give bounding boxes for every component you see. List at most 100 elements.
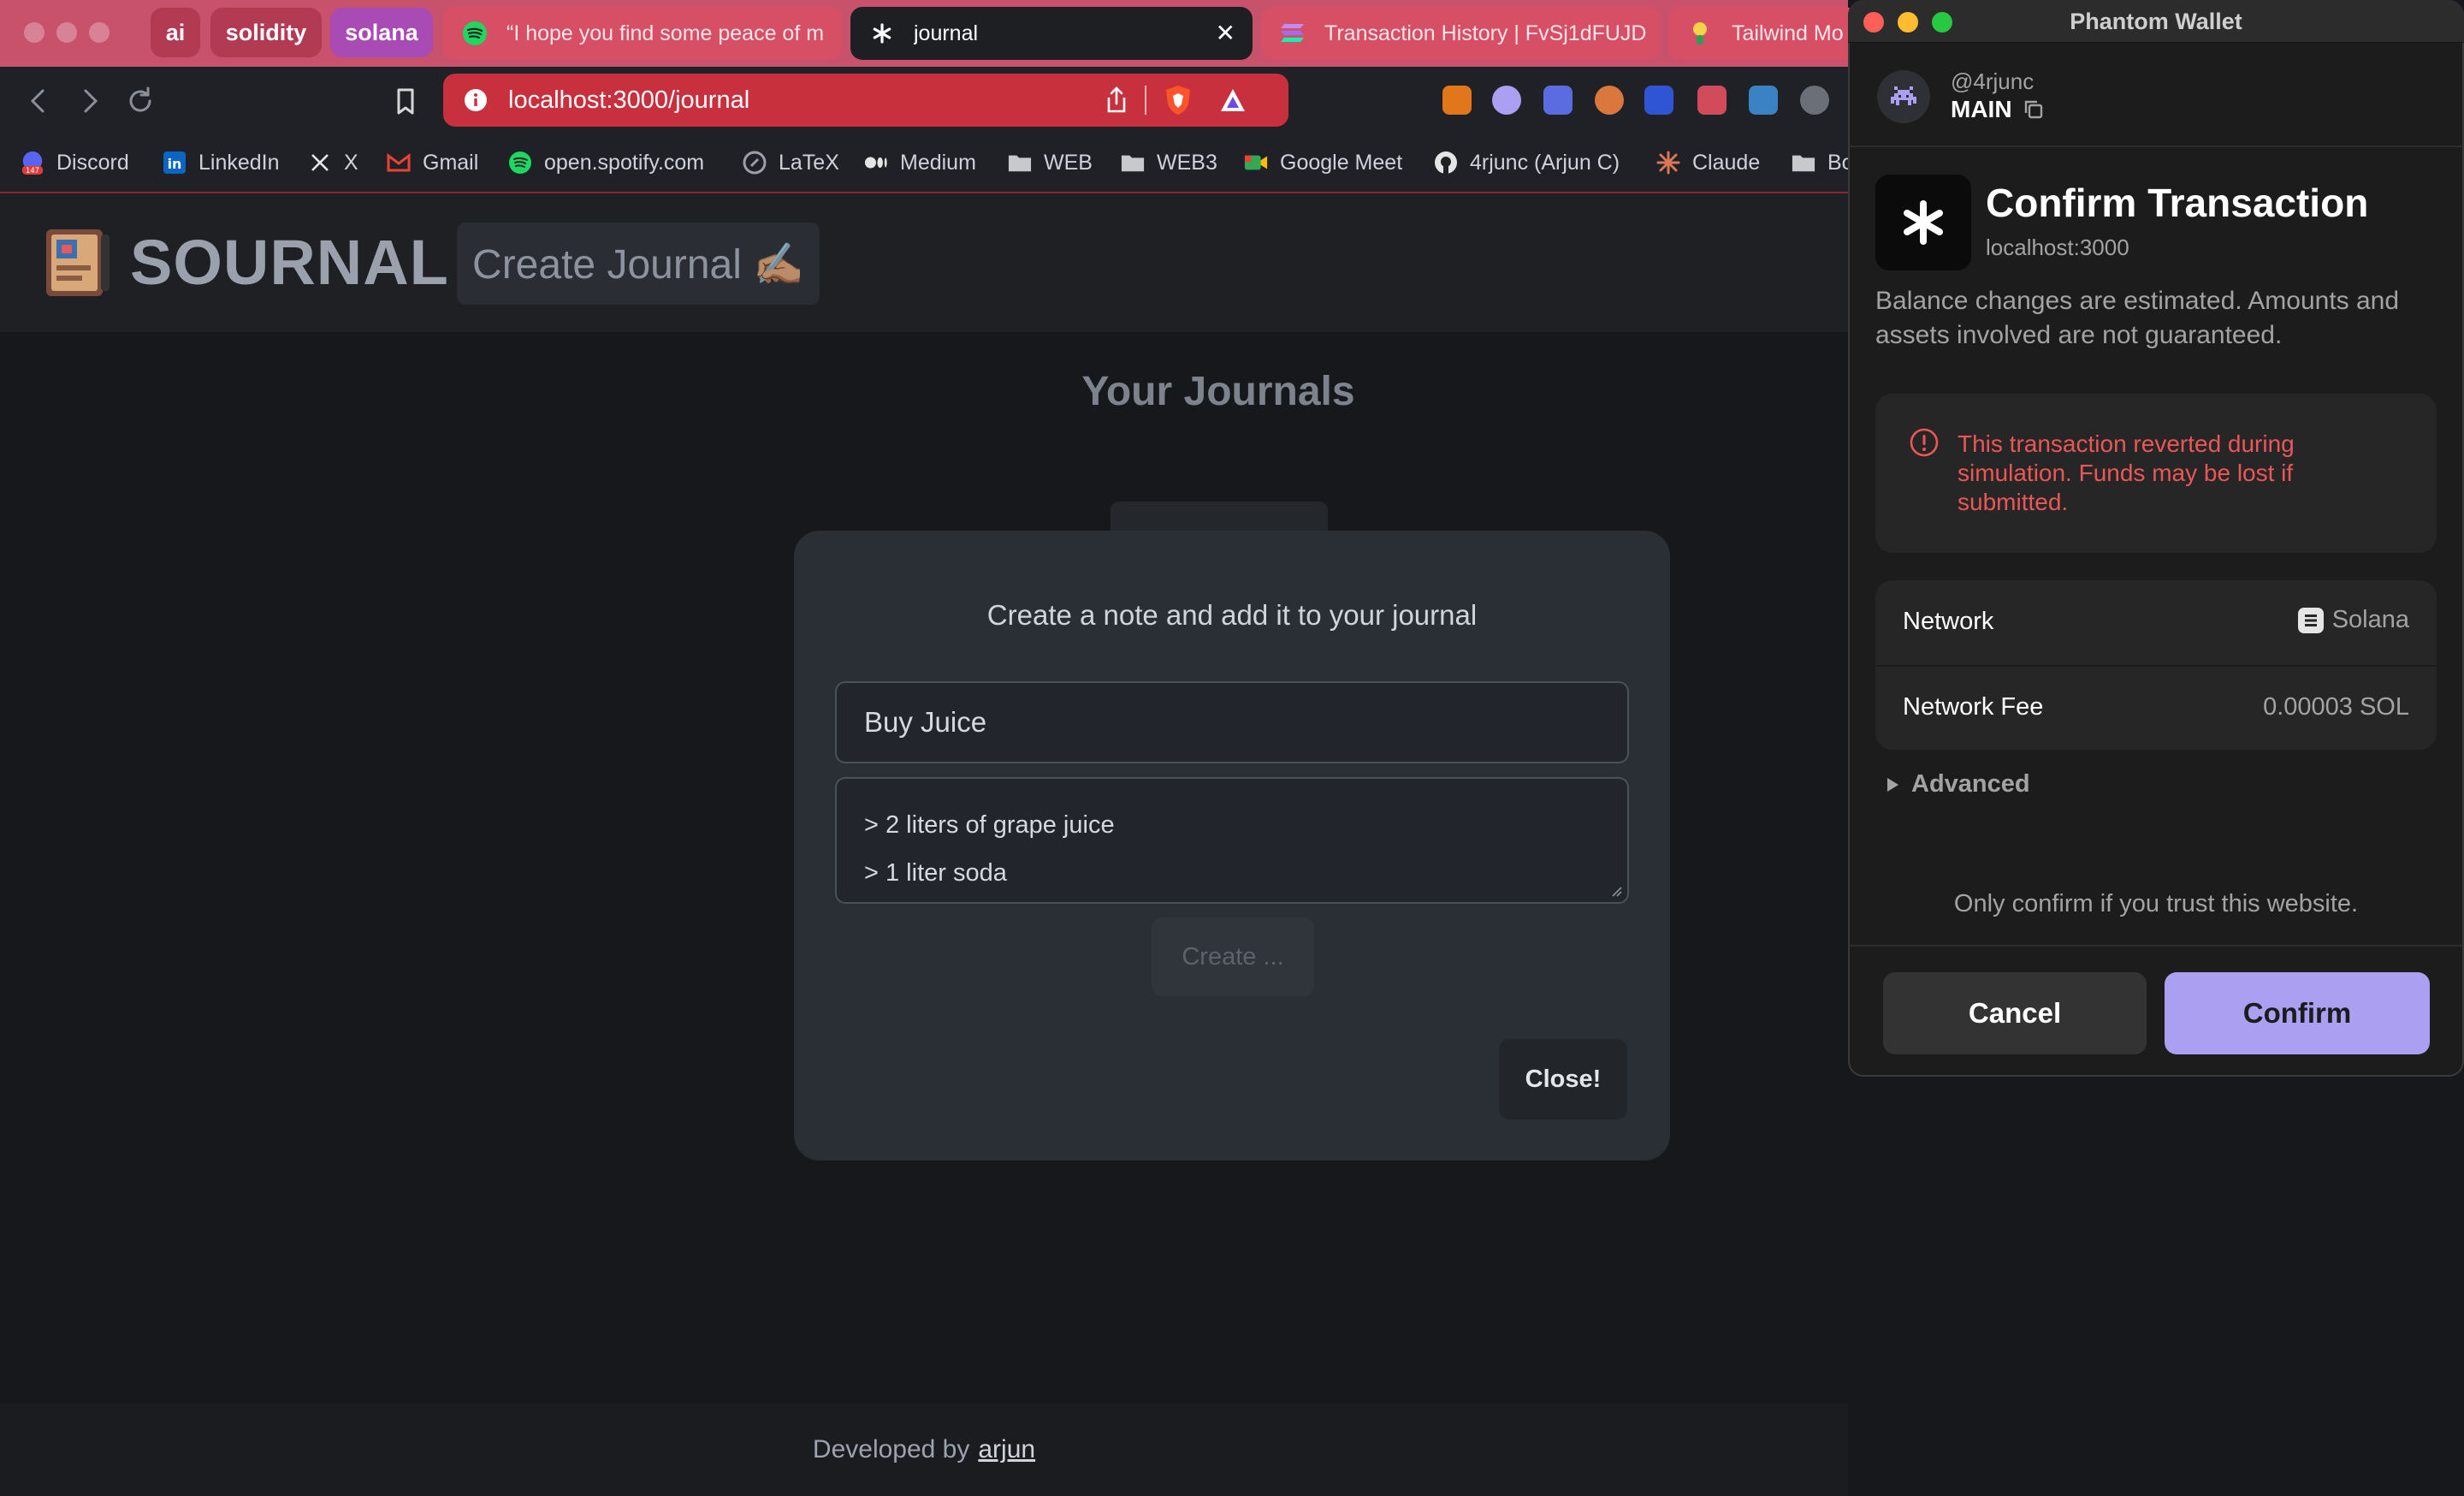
spotify-icon bbox=[462, 21, 488, 46]
network-fee-label: Network Fee bbox=[1903, 693, 2044, 721]
footer-text: Developed by bbox=[812, 1435, 970, 1463]
divider bbox=[1850, 145, 2462, 147]
bookmark-label: Discord bbox=[56, 150, 129, 175]
url-divider bbox=[1145, 86, 1146, 115]
close-tab-icon[interactable]: ✕ bbox=[1216, 19, 1235, 47]
journal-logo-icon[interactable] bbox=[41, 226, 115, 300]
simulation-warning-text: This transaction reverted during simulat… bbox=[1958, 430, 2295, 515]
bookmark-label: Claude bbox=[1692, 150, 1761, 175]
trust-note: Only confirm if you trust this website. bbox=[1953, 890, 2359, 917]
tab-group-solana[interactable]: solana bbox=[330, 8, 433, 57]
avatar[interactable] bbox=[1877, 70, 1930, 123]
confirm-button[interactable]: Confirm bbox=[2165, 972, 2430, 1054]
discord-icon: 147 bbox=[21, 151, 44, 175]
copy-icon[interactable] bbox=[2023, 98, 2045, 121]
x-icon bbox=[308, 151, 332, 175]
create-note-button[interactable]: Create ... bbox=[1152, 917, 1314, 996]
bookmark-latex[interactable]: LaTeX bbox=[743, 145, 839, 180]
shield-extension-icon[interactable] bbox=[1644, 86, 1673, 115]
resize-handle-icon[interactable] bbox=[1608, 883, 1622, 897]
create-journal-button[interactable]: Create Journal ✍🏽 bbox=[457, 223, 820, 305]
bookmark-gmail[interactable]: Gmail bbox=[387, 145, 478, 180]
claude-extension-icon[interactable] bbox=[1595, 86, 1624, 115]
address-bar[interactable]: localhost:3000/journal bbox=[443, 74, 1288, 127]
brave-shields-icon[interactable] bbox=[1164, 84, 1193, 116]
triangle-right-icon bbox=[1886, 777, 1899, 793]
bookmark-label: Google Meet bbox=[1280, 150, 1403, 175]
account-name: MAIN bbox=[1951, 96, 2012, 122]
warning-icon bbox=[1910, 428, 1939, 457]
forward-icon[interactable] bbox=[72, 84, 106, 118]
tab-group-ai[interactable]: ai bbox=[151, 8, 200, 57]
bookmark-icon[interactable] bbox=[388, 84, 423, 118]
site-footer: Developed by arjun bbox=[0, 1404, 1848, 1496]
bookmark-label: Gmail bbox=[423, 150, 479, 175]
bookmark-folder-web3[interactable]: WEB3 bbox=[1121, 145, 1217, 180]
account-switcher[interactable]: MAIN bbox=[1951, 96, 2045, 123]
extension-network-icon[interactable] bbox=[1543, 86, 1573, 115]
note-body-line: > 1 liter soda bbox=[864, 859, 1007, 887]
tab-journal[interactable]: journal ✕ bbox=[850, 7, 1253, 60]
reload-icon[interactable] bbox=[123, 84, 157, 118]
bookmark-google-meet[interactable]: Google Meet bbox=[1244, 145, 1402, 180]
brave-rewards-icon[interactable] bbox=[1218, 86, 1247, 115]
bookmark-github[interactable]: 4rjunc (Arjun C) bbox=[1434, 145, 1620, 180]
site-info-icon[interactable] bbox=[464, 88, 488, 112]
tab-transaction-history[interactable]: Transaction History | FvSj1dFUJD bbox=[1261, 7, 1660, 60]
bookmark-discord[interactable]: 147 Discord bbox=[21, 145, 129, 180]
phantom-extension-icon[interactable] bbox=[1492, 86, 1521, 115]
note-title-input[interactable]: Buy Juice bbox=[835, 681, 1629, 763]
url-text[interactable]: localhost:3000/journal bbox=[508, 86, 749, 115]
solana-icon bbox=[1280, 21, 1306, 46]
bookmark-claude[interactable]: Claude bbox=[1656, 145, 1760, 180]
tab-title: journal bbox=[914, 21, 979, 45]
metamask-icon[interactable] bbox=[1442, 86, 1472, 115]
bookmark-medium[interactable]: Medium bbox=[864, 145, 976, 180]
share-icon[interactable] bbox=[1104, 86, 1129, 115]
bookmark-spotify[interactable]: open.spotify.com bbox=[508, 145, 704, 180]
window-zoom-dot[interactable] bbox=[89, 22, 110, 43]
tailwind-icon bbox=[1687, 21, 1713, 46]
spotify-icon bbox=[508, 151, 532, 175]
tab-tailwind[interactable]: Tailwind Mo bbox=[1668, 7, 1857, 60]
tab-spotify[interactable]: “I hope you find some peace of m bbox=[443, 7, 842, 60]
discord-badge: 147 bbox=[26, 166, 39, 175]
bookmark-x[interactable]: X bbox=[308, 145, 358, 180]
linkedin-icon: in bbox=[163, 151, 187, 175]
tab-group-solidity[interactable]: solidity bbox=[210, 8, 322, 57]
advanced-toggle[interactable]: Advanced bbox=[1886, 770, 2030, 798]
pocket-extension-icon[interactable] bbox=[1697, 86, 1727, 115]
bookmark-label: WEB bbox=[1044, 150, 1093, 175]
google-meet-icon bbox=[1244, 151, 1268, 175]
network-label: Network bbox=[1903, 608, 1994, 635]
solana-icon bbox=[2297, 607, 2324, 633]
extension-spy-icon[interactable] bbox=[1800, 86, 1829, 115]
bookmark-linkedin[interactable]: in LinkedIn bbox=[163, 145, 280, 180]
footer-author-link[interactable]: arjun bbox=[978, 1435, 1035, 1464]
window-close-dot[interactable] bbox=[24, 22, 44, 43]
cancel-button[interactable]: Cancel bbox=[1883, 972, 2147, 1054]
medium-icon bbox=[864, 151, 888, 175]
gmail-icon bbox=[387, 151, 411, 175]
note-body-line: > 2 liters of grape juice bbox=[864, 811, 1115, 839]
bookmark-label: Medium bbox=[900, 150, 976, 175]
extension-tools-icon[interactable] bbox=[1749, 86, 1778, 115]
asterisk-icon bbox=[1898, 197, 1949, 248]
asterisk-icon bbox=[869, 21, 895, 46]
brand-name[interactable]: SOURNAL bbox=[130, 226, 449, 300]
tab-title: Transaction History | FvSj1dFUJD bbox=[1324, 21, 1647, 45]
wallet-handle: @4rjunc bbox=[1951, 68, 2035, 94]
folder-icon bbox=[1792, 151, 1815, 175]
bookmark-folder-web[interactable]: WEB bbox=[1008, 145, 1093, 180]
bookmark-folder-bo[interactable]: Bo bbox=[1792, 145, 1854, 180]
close-modal-button[interactable]: Close! bbox=[1499, 1039, 1627, 1119]
back-icon[interactable] bbox=[22, 84, 56, 118]
note-body-textarea[interactable]: > 2 liters of grape juice > 1 liter soda bbox=[835, 777, 1629, 904]
folder-icon bbox=[1008, 151, 1032, 175]
bookmark-label: X bbox=[344, 150, 358, 175]
divider bbox=[1875, 665, 2437, 667]
window-minimize-dot[interactable] bbox=[56, 22, 77, 43]
bookmark-label: 4rjunc (Arjun C) bbox=[1470, 150, 1620, 175]
bookmark-label: WEB3 bbox=[1157, 150, 1217, 175]
tab-title: “I hope you find some peace of m bbox=[506, 21, 825, 45]
